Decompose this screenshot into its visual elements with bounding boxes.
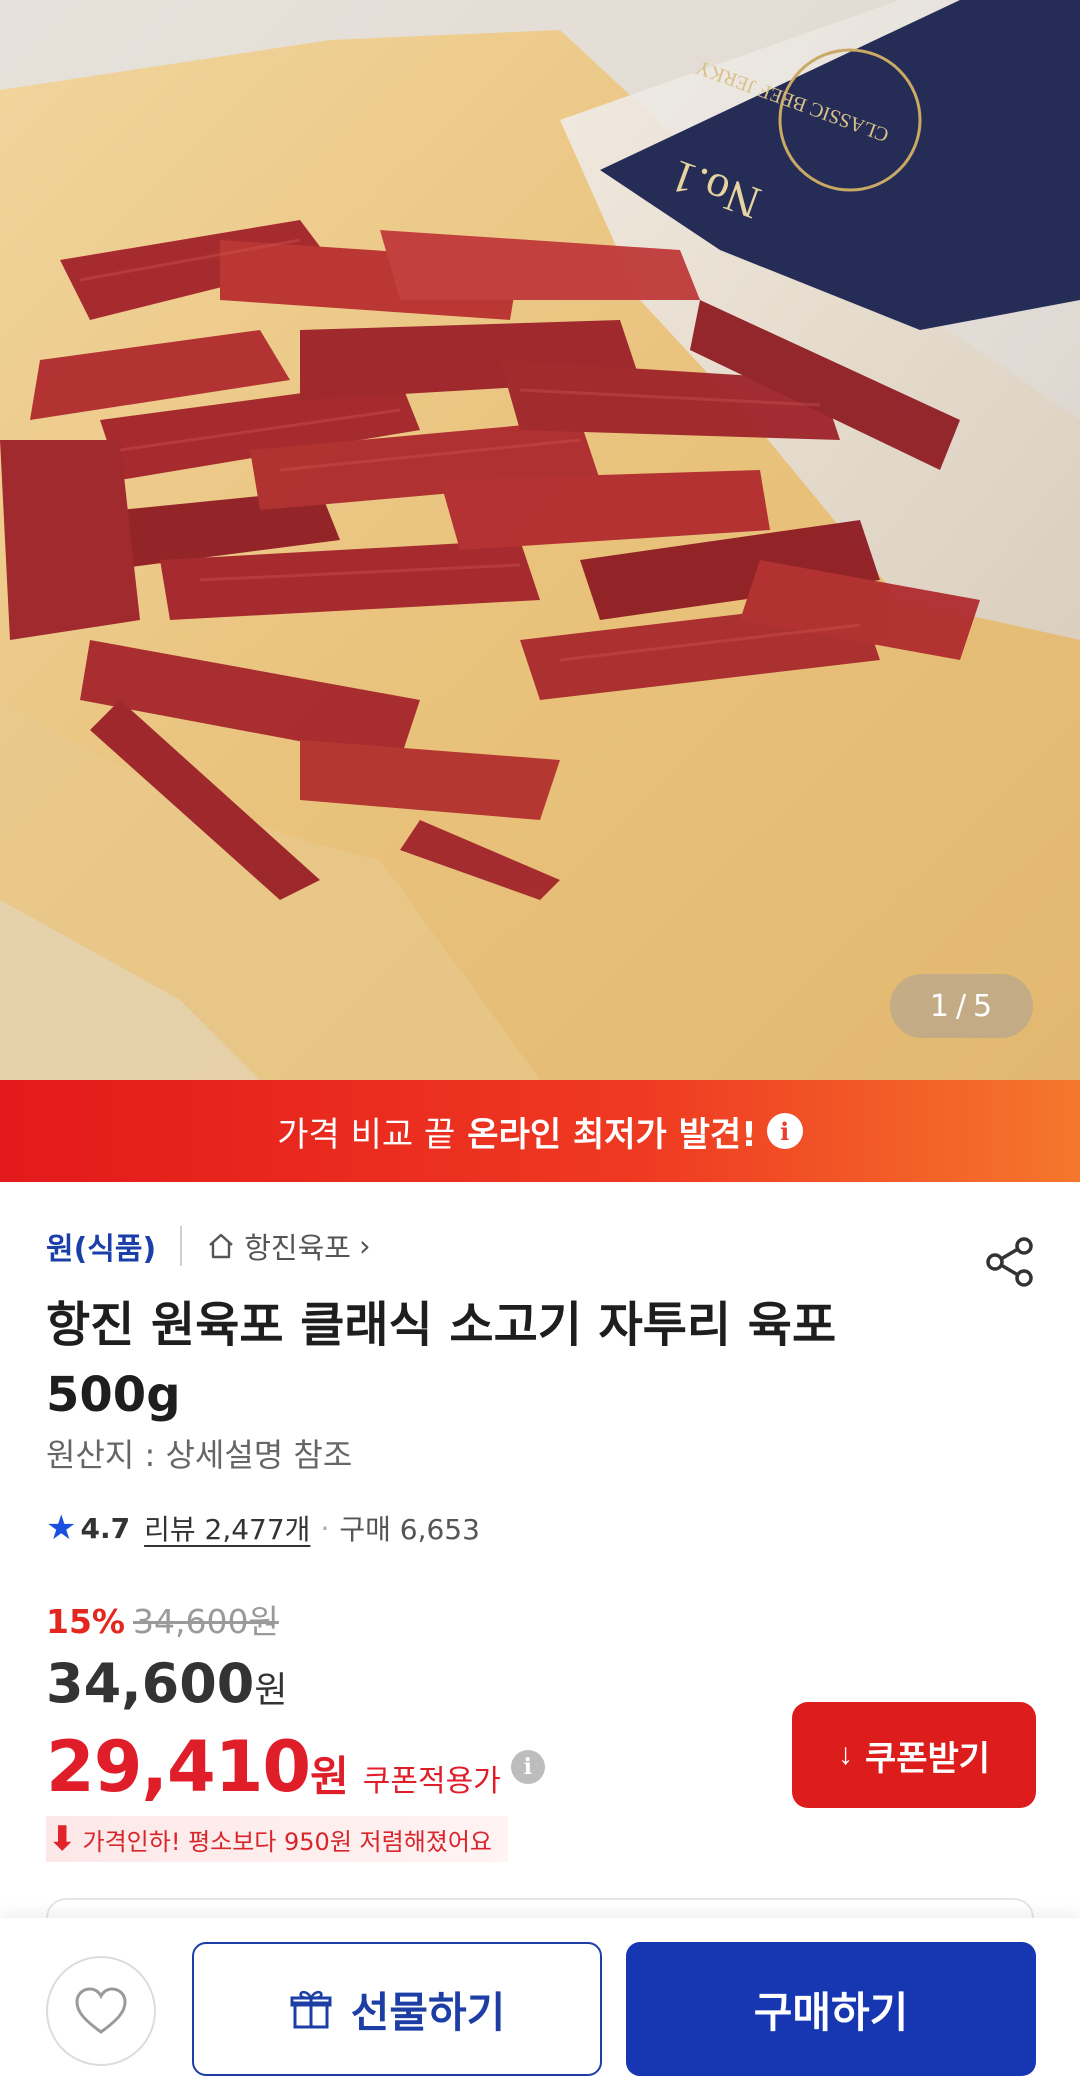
- arrow-down-icon: ⬇: [48, 1819, 77, 1859]
- coupon-price-label: 쿠폰적용가: [362, 1764, 501, 1799]
- heart-icon: [75, 1987, 127, 2034]
- product-title: 항진 원육포 클래식 소고기 자투리 육포 500g: [46, 1290, 946, 1430]
- home-icon: [209, 1233, 234, 1259]
- gift-icon: [290, 1990, 332, 2029]
- breadcrumb: 원(식품) 항진육포 ›: [46, 1224, 371, 1268]
- coupon-price: 29,410 원 쿠폰적용가 i: [46, 1726, 545, 1808]
- seller-link[interactable]: 원(식품): [46, 1224, 156, 1268]
- share-icon[interactable]: [982, 1234, 1038, 1290]
- get-coupon-button[interactable]: ↓ 쿠폰받기: [792, 1702, 1036, 1808]
- sale-price: 34,600원: [46, 1652, 288, 1715]
- purchase-count: 구매 6,653: [339, 1513, 480, 1546]
- image-counter: 1 / 5: [890, 974, 1033, 1038]
- chevron-right-icon: ›: [358, 1229, 371, 1263]
- get-coupon-label: 쿠폰받기: [864, 1739, 991, 1778]
- product-title-line2: 500g: [46, 1367, 181, 1423]
- sale-price-unit: 원: [254, 1670, 288, 1711]
- original-price: 34,600원: [133, 1602, 279, 1641]
- coupon-price-amount: 29,410: [46, 1726, 311, 1808]
- rating-row: ★ 4.7 리뷰 2,477개 · 구매 6,653: [46, 1505, 480, 1551]
- reviews-link[interactable]: 리뷰 2,477개: [144, 1508, 310, 1548]
- banner-bold-text: 온라인 최저가 발견!: [467, 1114, 757, 1155]
- gift-label: 선물하기: [350, 1988, 506, 2036]
- discount-rate: 15%: [46, 1602, 125, 1641]
- bottom-action-bar: 선물하기 구매하기: [0, 1918, 1080, 2100]
- star-icon: ★: [46, 1508, 77, 1548]
- price-drop-text: 가격인하! 평소보다 950원 저렴해졌어요: [82, 1827, 493, 1856]
- breadcrumb-divider: [180, 1226, 183, 1266]
- origin-info: 원산지 : 상세설명 참조: [46, 1436, 353, 1474]
- buy-button[interactable]: 구매하기: [626, 1942, 1036, 2076]
- download-icon: ↓: [837, 1738, 853, 1771]
- buy-label: 구매하기: [753, 1988, 909, 2036]
- sale-price-amount: 34,600: [46, 1652, 255, 1715]
- banner-light-text: 가격 비교 끝: [277, 1114, 456, 1155]
- total-images: 5: [973, 988, 994, 1024]
- discount-row: 15% 34,600원: [46, 1595, 279, 1643]
- info-icon[interactable]: i: [510, 1750, 545, 1784]
- counter-separator: /: [955, 988, 968, 1024]
- price-drop-note: ⬇ 가격인하! 평소보다 950원 저렴해졌어요: [46, 1816, 508, 1862]
- gift-button[interactable]: 선물하기: [192, 1942, 602, 2076]
- coupon-price-unit: 원: [310, 1752, 349, 1801]
- rating-score: 4.7: [80, 1511, 131, 1545]
- wishlist-button[interactable]: [46, 1956, 156, 2066]
- current-image: 1: [929, 988, 950, 1024]
- info-icon[interactable]: i: [766, 1113, 803, 1149]
- lowest-price-banner[interactable]: 가격 비교 끝 온라인 최저가 발견! i: [0, 1080, 1080, 1182]
- product-image[interactable]: No.1 CLASSIC BEEF JERKY 1 / 5: [0, 0, 1080, 1080]
- separator-dot: ·: [320, 1511, 330, 1545]
- store-name: 항진육포: [244, 1231, 351, 1265]
- product-title-line1: 항진 원육포 클래식 소고기 자투리 육포: [46, 1297, 837, 1353]
- store-link[interactable]: 항진육포 ›: [206, 1225, 371, 1267]
- product-photo: No.1 CLASSIC BEEF JERKY: [0, 0, 1080, 1080]
